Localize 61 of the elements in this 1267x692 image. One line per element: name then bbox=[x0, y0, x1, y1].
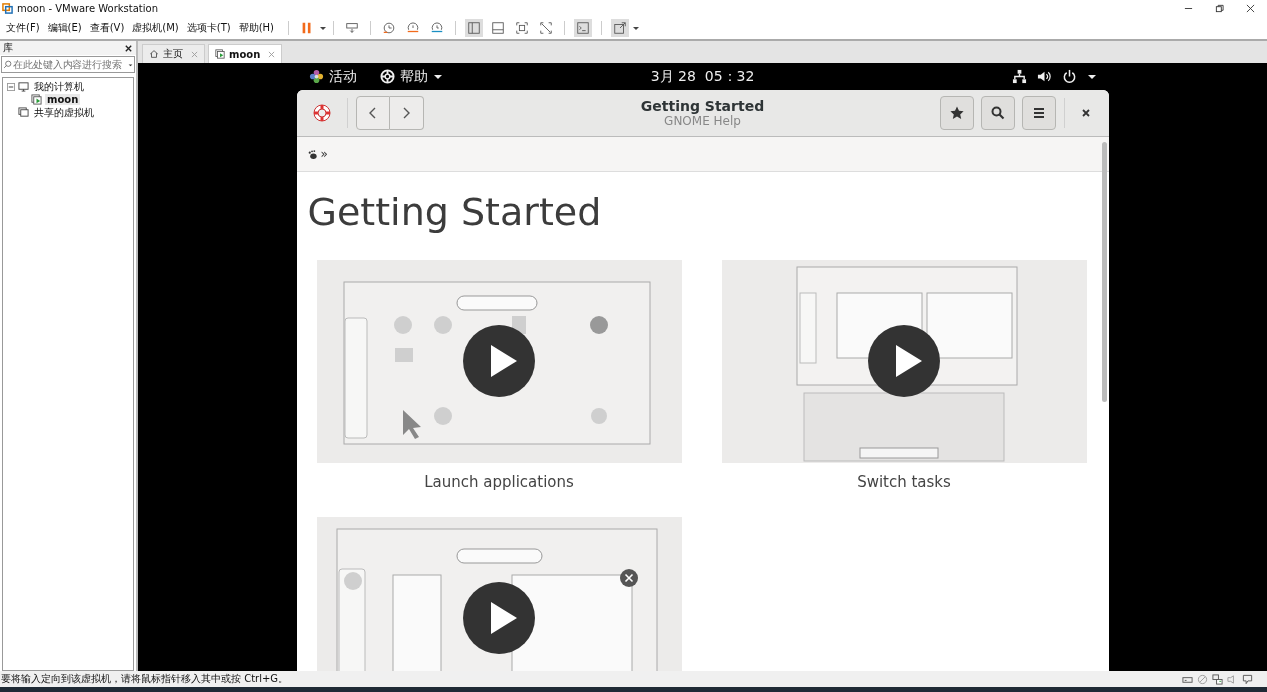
tree-item[interactable]: 我的计算机 bbox=[32, 79, 86, 94]
message-icon[interactable] bbox=[1242, 673, 1253, 685]
window-title: moon - VMware Workstation bbox=[17, 3, 158, 14]
close-icon[interactable] bbox=[1080, 108, 1091, 118]
lifebuoy-icon bbox=[311, 103, 332, 123]
home-icon bbox=[149, 49, 159, 59]
tree-item[interactable]: 共享的虚拟机 bbox=[32, 105, 96, 120]
search-field[interactable]: 在此处键入内容进行搜索 bbox=[1, 56, 135, 73]
topic-link[interactable]: Switch tasks bbox=[857, 473, 951, 491]
caret-icon[interactable] bbox=[319, 24, 328, 32]
gnome-foot-icon[interactable] bbox=[306, 148, 318, 160]
close-icon[interactable] bbox=[124, 43, 133, 53]
menu-item[interactable]: 查看(V) bbox=[89, 21, 125, 35]
star-icon bbox=[948, 105, 965, 121]
bookmark-button[interactable] bbox=[939, 96, 974, 130]
collapse-icon[interactable] bbox=[7, 82, 15, 91]
tree-item[interactable]: moon bbox=[45, 94, 81, 105]
search-icon bbox=[3, 60, 12, 69]
close-icon[interactable] bbox=[1246, 4, 1255, 13]
volume-icon[interactable] bbox=[1036, 69, 1052, 84]
breadcrumb-separator: » bbox=[320, 147, 328, 161]
console-icon[interactable] bbox=[574, 19, 593, 37]
tab[interactable]: 主页 bbox=[142, 44, 205, 63]
restore-icon[interactable] bbox=[1215, 4, 1224, 13]
lifebuoy-icon bbox=[379, 69, 395, 84]
chevron-left-icon bbox=[367, 105, 378, 121]
play-button[interactable] bbox=[867, 325, 940, 397]
sidebar-view-icon[interactable] bbox=[465, 19, 484, 37]
menu-item[interactable]: 虚拟机(M) bbox=[132, 21, 179, 35]
panel-title: 库 bbox=[3, 41, 13, 55]
caret-icon[interactable] bbox=[632, 24, 641, 32]
play-button[interactable] bbox=[462, 582, 535, 654]
window-subtitle: GNOME Help bbox=[664, 114, 741, 128]
menu-item[interactable]: 帮助(H) bbox=[238, 21, 275, 35]
search-button[interactable] bbox=[980, 96, 1015, 130]
menu-item[interactable]: 文件(F) bbox=[6, 21, 40, 35]
network-icon[interactable] bbox=[1212, 673, 1223, 685]
chevron-right-icon bbox=[401, 105, 411, 121]
page-heading: Getting Started bbox=[307, 190, 603, 234]
menu-item[interactable]: 选项卡(T) bbox=[186, 21, 231, 35]
vm-icon bbox=[31, 94, 42, 105]
topic-link[interactable]: Launch applications bbox=[424, 473, 574, 491]
network-icon[interactable] bbox=[1011, 69, 1027, 84]
shared-vm-icon bbox=[18, 107, 29, 118]
search-icon bbox=[989, 105, 1006, 121]
activities-button[interactable]: 活动 bbox=[328, 67, 357, 86]
scrollbar-thumb[interactable] bbox=[1101, 142, 1107, 402]
clock[interactable]: 3月 28 05：32 bbox=[650, 67, 755, 86]
status-message: 要将输入定向到该虚拟机，请将鼠标指针移入其中或按 Ctrl+G。 bbox=[1, 672, 289, 686]
app-logo-icon bbox=[2, 3, 13, 14]
window-title: Getting Started bbox=[640, 98, 765, 114]
app-menu[interactable]: 帮助 bbox=[379, 67, 443, 86]
power-icon[interactable] bbox=[1061, 69, 1077, 84]
menu-button[interactable] bbox=[1021, 96, 1056, 130]
monitor-icon bbox=[18, 81, 29, 92]
menu-item[interactable]: 编辑(E) bbox=[47, 21, 82, 35]
flower-icon bbox=[308, 69, 324, 84]
stretch-icon[interactable] bbox=[611, 19, 630, 37]
play-button[interactable] bbox=[462, 325, 535, 397]
vm-icon bbox=[215, 49, 225, 59]
tab[interactable]: moon bbox=[208, 44, 283, 63]
